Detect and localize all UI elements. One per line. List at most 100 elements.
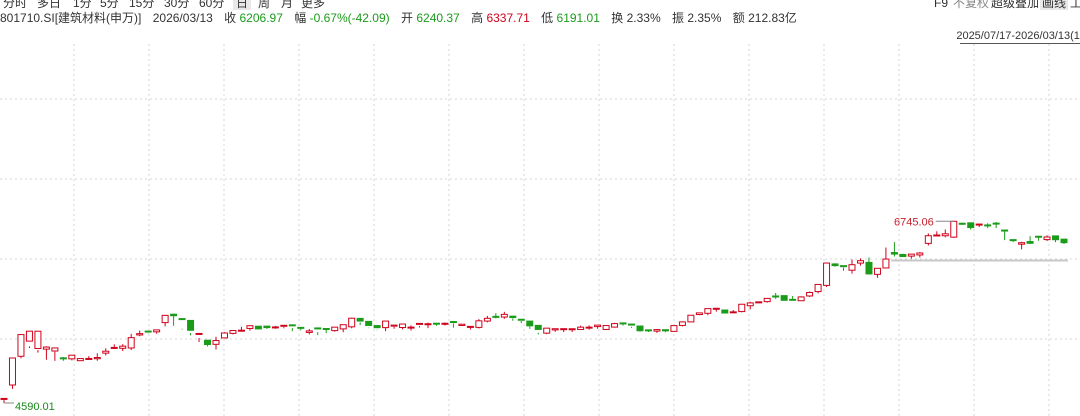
chart-grid [0,44,1080,416]
candle-body [594,324,602,328]
candle [399,323,407,330]
candle [823,262,831,287]
candle [25,330,33,349]
candle-body [704,308,712,314]
candle [678,321,686,327]
candle-body [237,329,245,332]
candle [848,259,856,274]
candle-body [755,301,763,304]
candle-body [187,319,195,331]
candle-body [466,325,474,328]
candle [992,222,1000,229]
candle-body [763,297,771,303]
candle [466,325,474,330]
candle [373,325,381,331]
candle [772,292,780,299]
candle-body [339,324,347,330]
candle [653,328,661,333]
candle [102,348,110,356]
candle-body [534,324,542,330]
candle-body [314,327,322,330]
candle-body [59,357,67,360]
candle-body [729,311,737,314]
candle-body [560,328,568,331]
candle-body [806,291,814,297]
candle [763,297,771,303]
candle-body [373,325,381,329]
candle-body [297,326,305,329]
candle [1060,238,1068,245]
candle-body [992,222,1000,225]
candle-body [407,326,415,329]
candle-body [526,320,534,327]
candle [356,317,364,326]
candle-body [661,329,669,332]
candle [212,336,220,350]
candle [941,229,949,238]
candle [161,314,169,327]
candle [526,320,534,329]
candle [806,291,814,297]
candle [42,346,50,360]
candle-body [831,263,839,267]
candle-body [907,253,915,257]
candle [322,327,330,334]
candle [950,220,958,238]
candle [924,233,932,246]
candle [382,320,390,332]
candle-body [365,320,373,326]
candle [738,303,746,313]
candle-body [611,323,619,328]
candle [229,330,237,335]
candle [873,267,881,278]
candle [636,325,644,332]
candle-body [924,235,932,244]
candle-body [1018,242,1026,245]
candle-body [712,307,720,310]
candle-body [85,357,93,360]
candle [76,358,84,362]
candle-body [119,345,127,349]
candle-body [280,324,288,327]
candle [958,222,966,225]
candle-body [695,312,703,316]
candle [246,325,254,331]
candle [288,324,296,332]
candle [449,321,457,328]
candle [890,242,898,257]
candle [220,332,228,339]
candle-body [178,318,186,321]
candle-body [144,330,152,333]
min-price-label: 4590.01 [15,401,55,413]
candle-body [212,340,220,345]
candle [585,325,593,330]
candle [814,283,822,294]
candle [458,323,466,326]
candle-body [475,320,483,328]
candlestick-chart[interactable]: 6745.06 4590.01 [0,0,1080,416]
candle [1035,235,1043,241]
candle [975,223,983,227]
candle [0,397,8,403]
candle [348,317,356,329]
candle [51,347,59,361]
candle [721,309,729,314]
candle [729,310,737,314]
candle-body [449,321,457,324]
candle-body [678,321,686,326]
candle [933,231,941,237]
candle-body [356,317,364,322]
candle-body [958,222,966,225]
candle-body [458,323,466,326]
candle [483,315,491,323]
candle [611,322,619,328]
candle [136,330,144,337]
candle [644,329,652,332]
candle [93,353,101,361]
candle-body [254,325,262,330]
candle-body [492,315,500,318]
candle-body [814,283,822,293]
candle-body [76,358,84,362]
candle-body [916,252,924,256]
candle-body [636,325,644,332]
